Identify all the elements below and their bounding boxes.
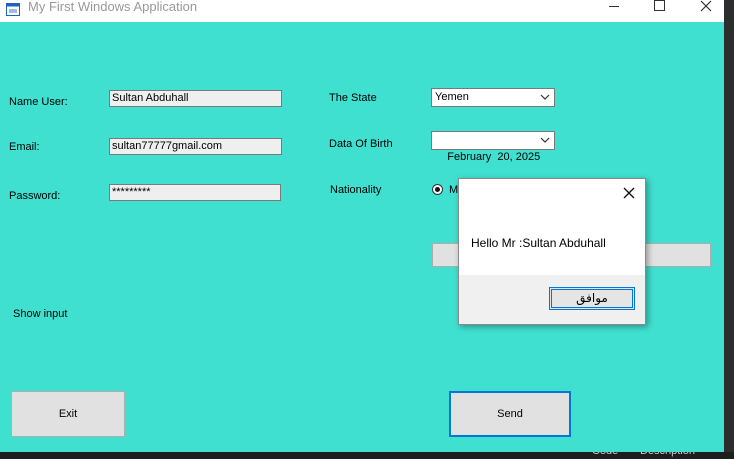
chevron-down-icon (540, 94, 550, 100)
title-bar[interactable]: My First Windows Application (0, 0, 724, 22)
app-icon (6, 3, 20, 16)
state-select-value: Yemen (435, 91, 469, 103)
email-label: Email: (9, 141, 40, 153)
password-input[interactable]: ********* (109, 184, 281, 201)
message-box: Hello Mr :Sultan Abduhall موافق (458, 178, 646, 325)
chevron-down-icon (540, 137, 550, 143)
name-input[interactable]: Sultan Abduhall (109, 90, 282, 107)
ok-button[interactable]: موافق (549, 287, 635, 310)
ide-side-panel (724, 0, 734, 459)
exit-button[interactable]: Exit (11, 391, 125, 437)
close-icon (700, 0, 712, 12)
maximize-button[interactable] (637, 0, 683, 22)
state-select[interactable]: Yemen (431, 88, 555, 107)
password-label: Password: (9, 190, 61, 202)
window-title: My First Windows Application (28, 0, 198, 14)
ide-bottom-panel: Code Description (0, 445, 734, 459)
close-icon[interactable] (623, 187, 635, 199)
message-box-footer: موافق (459, 275, 645, 324)
send-button[interactable]: Send (449, 391, 571, 437)
show-input-label: Show input (13, 308, 68, 320)
name-label: Name User: (9, 96, 68, 108)
nationality-radio-label: M (449, 184, 459, 196)
minimize-icon (609, 6, 619, 7)
maximize-icon (654, 0, 665, 11)
main-window: My First Windows Application Name User: … (0, 0, 724, 452)
state-label: The State (329, 92, 377, 104)
message-text: Hello Mr :Sultan Abduhall (471, 236, 606, 250)
nationality-label: Nationality (330, 184, 382, 196)
minimize-button[interactable] (591, 0, 637, 22)
close-button[interactable] (683, 0, 729, 22)
dob-picker[interactable]: February 20, 2025 (431, 131, 555, 163)
email-input[interactable]: sultan77777gmail.com (109, 138, 282, 155)
nationality-radio[interactable] (432, 184, 443, 195)
dob-picker-value: February 20, 2025 (447, 151, 541, 163)
dob-label: Data Of Birth (329, 138, 393, 150)
